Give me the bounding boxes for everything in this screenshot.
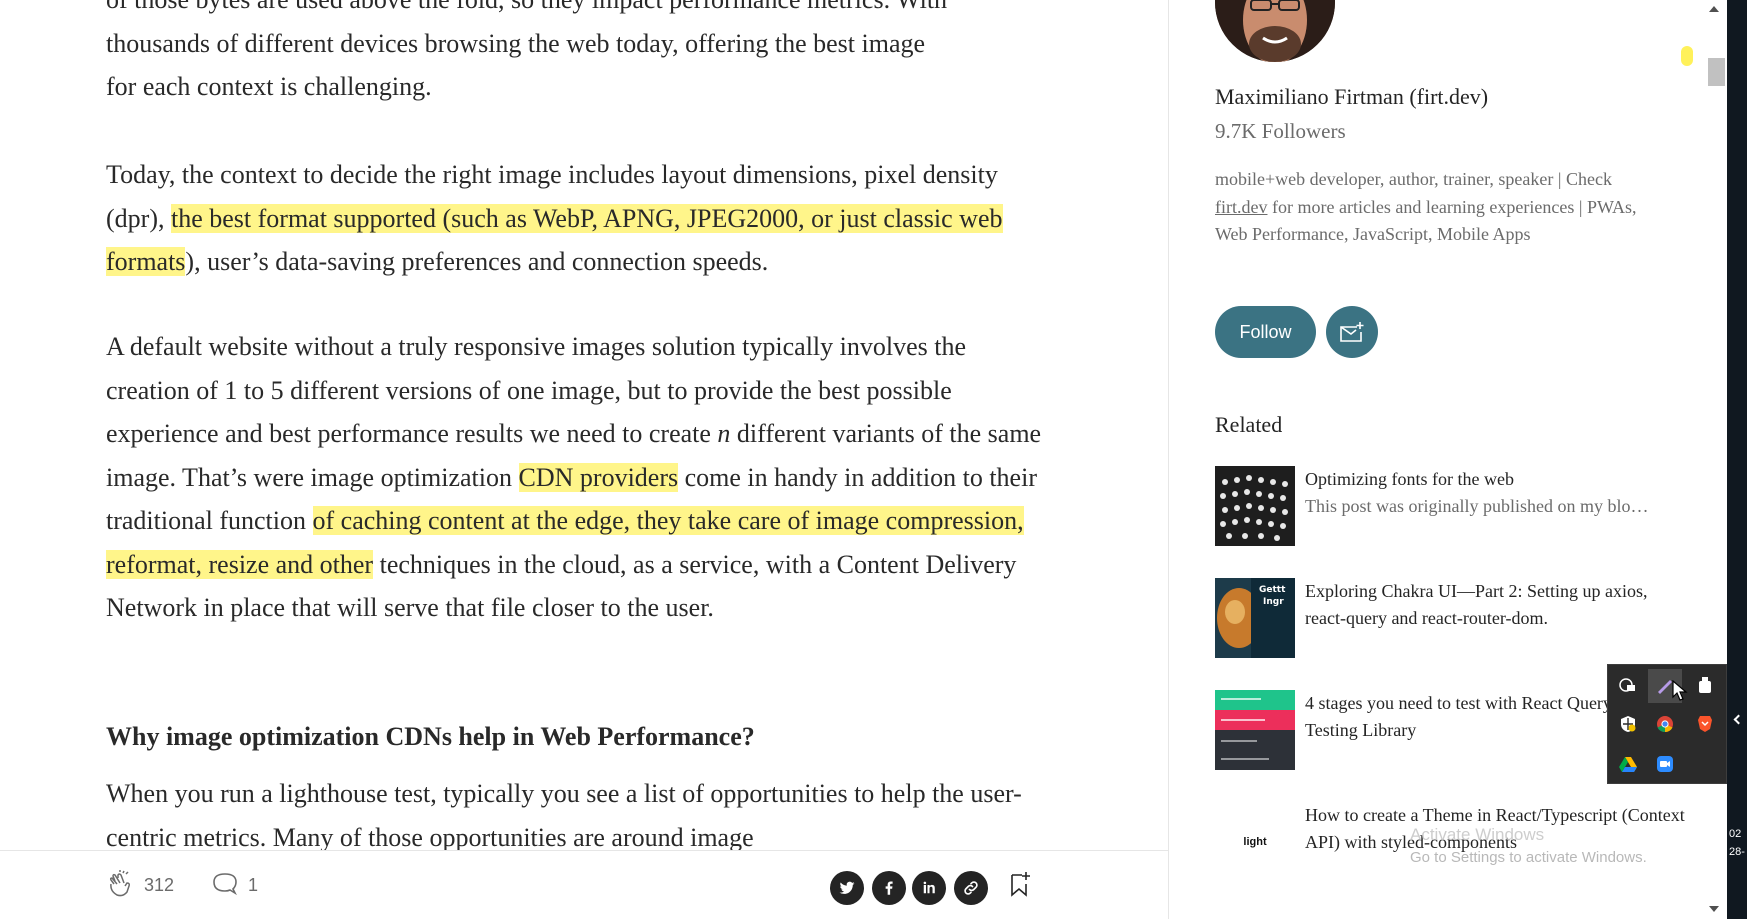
usb-eject-icon[interactable] [1694, 674, 1716, 696]
scroll-down-arrow-icon[interactable] [1709, 906, 1719, 912]
activate-windows-title: Activate Windows [1410, 825, 1545, 844]
bio-text: mobile+web developer, author, trainer, s… [1215, 169, 1612, 189]
clock-time: 02 [1729, 828, 1742, 840]
facebook-icon [885, 881, 893, 895]
related-title[interactable]: Exploring Chakra UI—Part 2: Setting up a… [1305, 578, 1685, 632]
chrome-icon[interactable] [1654, 713, 1676, 735]
scroll-up-arrow-icon[interactable] [1709, 6, 1719, 12]
italic-variable: n [717, 419, 731, 448]
bookmark-button[interactable] [1008, 851, 1034, 919]
copy-link-button[interactable] [954, 871, 988, 905]
response-count: 1 [248, 875, 259, 895]
paragraph-text: ), user’s data-saving preferences and co… [185, 247, 769, 276]
subscribe-email-button[interactable] [1326, 306, 1378, 358]
paragraph-line: for each context is challenging. [106, 72, 432, 101]
activate-windows-subtitle: Go to Settings to activate Windows. [1410, 849, 1647, 866]
related-subtitle: This post was originally published on my… [1305, 496, 1649, 516]
bio-link[interactable]: firt.dev [1215, 197, 1267, 217]
related-thumbnail [1215, 466, 1295, 546]
author-avatar[interactable] [1215, 0, 1335, 62]
system-tray-overflow [1607, 664, 1727, 784]
linkedin-icon [923, 881, 935, 894]
share-linkedin-button[interactable] [912, 871, 946, 905]
paragraph-line: thousands of different devices browsing … [106, 28, 926, 58]
clap-count: 312 [144, 875, 175, 895]
share-twitter-button[interactable] [830, 871, 864, 905]
follower-count[interactable]: 9.7K Followers [1215, 119, 1346, 144]
bookmark-add-icon [1008, 870, 1034, 902]
mail-plus-icon [1340, 322, 1364, 342]
related-heading: Related [1215, 412, 1283, 437]
chevron-left-icon[interactable] [1733, 714, 1744, 725]
article-paragraph: A default website without a truly respon… [106, 325, 1046, 630]
clap-button[interactable]: 312 [106, 851, 174, 919]
article-paragraph: of those bytes are used above the fold, … [106, 0, 1046, 109]
related-thumbnail [1215, 690, 1295, 770]
google-drive-icon[interactable] [1617, 753, 1639, 775]
twitter-icon [839, 881, 855, 894]
mouse-cursor-icon [1672, 679, 1688, 706]
follow-button[interactable]: Follow [1215, 306, 1316, 358]
taskbar-edge: 02 28- [1727, 0, 1747, 919]
clock-date: 28- [1729, 846, 1745, 858]
author-bio: mobile+web developer, author, trainer, s… [1215, 166, 1645, 249]
related-article[interactable]: Gettt Ingr Exploring Chakra UI—Part 2: S… [1215, 578, 1695, 658]
share-facebook-button[interactable] [872, 871, 906, 905]
related-thumb-text: light [1243, 836, 1267, 848]
highlight-marker [1681, 46, 1693, 66]
link-icon [964, 881, 978, 895]
article-body: of those bytes are used above the fold, … [0, 0, 1168, 850]
bio-text: for more articles and learning experienc… [1215, 196, 1637, 245]
paragraph-line: of those bytes are used above the fold, … [106, 0, 1046, 22]
svg-text:Gettt: Gettt [1259, 585, 1286, 595]
svg-text:Ingr: Ingr [1263, 597, 1284, 607]
article-action-bar: 312 1 [0, 850, 1168, 919]
security-shield-icon[interactable] [1617, 713, 1639, 735]
related-title[interactable]: Optimizing fonts for the web [1305, 466, 1685, 493]
section-heading: Why image optimization CDNs help in Web … [106, 722, 755, 751]
snipping-tool-icon[interactable] [1617, 674, 1639, 696]
author-name[interactable]: Maximiliano Firtman (firt.dev) [1215, 84, 1488, 110]
responses-button[interactable]: 1 [212, 851, 258, 919]
article-paragraph: When you run a lighthouse test, typicall… [106, 779, 1022, 850]
scrollbar-thumb[interactable] [1708, 58, 1725, 86]
clap-icon [106, 869, 134, 902]
brave-icon[interactable] [1694, 713, 1716, 735]
zoom-icon[interactable] [1654, 753, 1676, 775]
article-paragraph: Today, the context to decide the right i… [106, 153, 1046, 284]
highlighted-text[interactable]: CDN providers [518, 462, 679, 492]
related-thumbnail: light [1215, 802, 1295, 882]
comment-icon [212, 871, 238, 901]
related-article[interactable]: Optimizing fonts for the web This post w… [1215, 466, 1695, 546]
related-thumbnail: Gettt Ingr [1215, 578, 1295, 658]
